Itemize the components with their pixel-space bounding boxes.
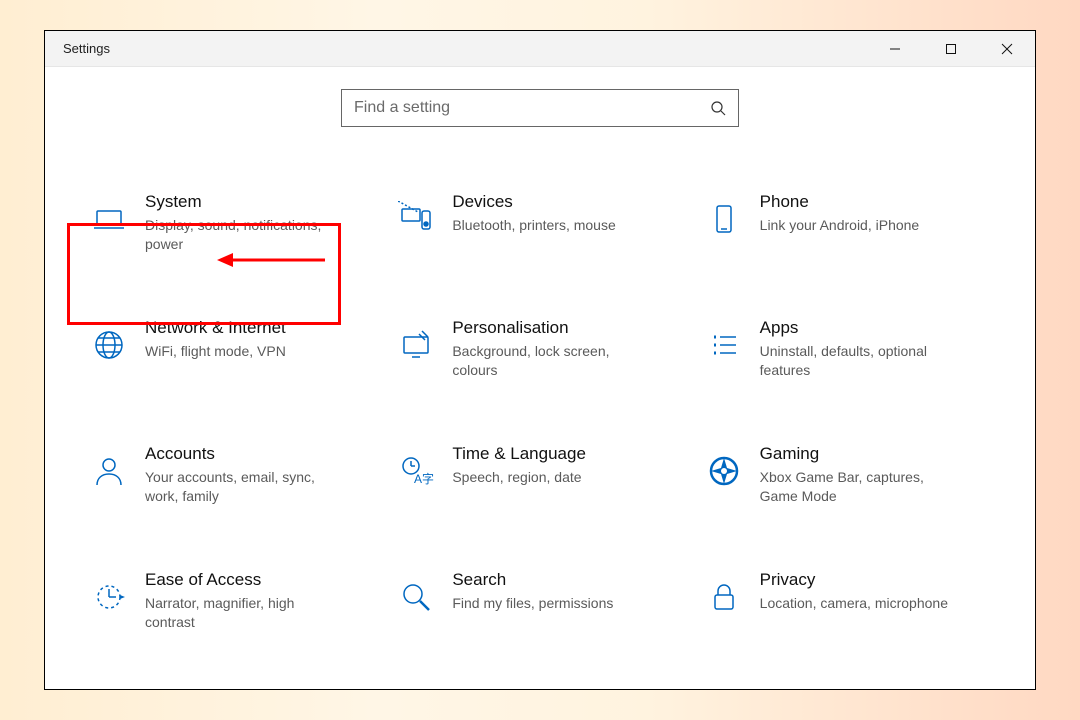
- settings-tile-personalisation[interactable]: Personalisation Background, lock screen, …: [386, 311, 693, 437]
- tile-title: Apps: [760, 317, 958, 338]
- settings-tile-ease-of-access[interactable]: Ease of Access Narrator, magnifier, high …: [79, 563, 386, 689]
- privacy-icon: [700, 573, 748, 621]
- tile-title: System: [145, 191, 343, 212]
- minimize-icon: [889, 43, 901, 55]
- settings-grid[interactable]: System Display, sound, notifications, pow…: [45, 127, 1035, 689]
- tile-text: Phone Link your Android, iPhone: [748, 191, 920, 235]
- search-icon: [392, 573, 440, 621]
- settings-tile-search[interactable]: Search Find my files, permissions: [386, 563, 693, 689]
- tile-title: Gaming: [760, 443, 958, 464]
- tile-title: Phone: [760, 191, 920, 212]
- tile-title: Ease of Access: [145, 569, 343, 590]
- tile-desc: Your accounts, email, sync, work, family: [145, 468, 343, 506]
- tile-text: Privacy Location, camera, microphone: [748, 569, 948, 613]
- laptop-icon: [85, 195, 133, 243]
- tile-desc: Location, camera, microphone: [760, 594, 948, 613]
- tile-text: Devices Bluetooth, printers, mouse: [440, 191, 615, 235]
- apps-icon: [700, 321, 748, 369]
- tile-desc: Speech, region, date: [452, 468, 586, 487]
- content-area: System Display, sound, notifications, pow…: [45, 67, 1035, 689]
- tile-title: Privacy: [760, 569, 948, 590]
- tile-desc: Background, lock screen, colours: [452, 342, 650, 380]
- tile-title: Accounts: [145, 443, 343, 464]
- settings-tile-phone[interactable]: Phone Link your Android, iPhone: [694, 185, 1001, 311]
- titlebar: Settings: [45, 31, 1035, 67]
- phone-icon: [700, 195, 748, 243]
- search-icon: [710, 100, 726, 116]
- tile-text: Search Find my files, permissions: [440, 569, 613, 613]
- tile-desc: Find my files, permissions: [452, 594, 613, 613]
- tile-text: Accounts Your accounts, email, sync, work…: [133, 443, 343, 506]
- close-button[interactable]: [979, 31, 1035, 67]
- settings-tile-time-language[interactable]: A字 Time & Language Speech, region, date: [386, 437, 693, 563]
- settings-tile-apps[interactable]: Apps Uninstall, defaults, optional featur…: [694, 311, 1001, 437]
- tile-desc: Uninstall, defaults, optional features: [760, 342, 958, 380]
- tile-title: Personalisation: [452, 317, 650, 338]
- tile-title: Devices: [452, 191, 615, 212]
- personalize-icon: [392, 321, 440, 369]
- tile-title: Time & Language: [452, 443, 586, 464]
- tile-text: Ease of Access Narrator, magnifier, high …: [133, 569, 343, 632]
- tile-text: Network & Internet WiFi, flight mode, VPN: [133, 317, 286, 361]
- settings-tile-privacy[interactable]: Privacy Location, camera, microphone: [694, 563, 1001, 689]
- tile-text: Personalisation Background, lock screen, …: [440, 317, 650, 380]
- tile-desc: WiFi, flight mode, VPN: [145, 342, 286, 361]
- tile-text: System Display, sound, notifications, pow…: [133, 191, 343, 254]
- window-title: Settings: [63, 41, 110, 56]
- timelang-icon: A字: [392, 447, 440, 495]
- gaming-icon: [700, 447, 748, 495]
- tile-text: Time & Language Speech, region, date: [440, 443, 586, 487]
- maximize-button[interactable]: [923, 31, 979, 67]
- svg-text:A字: A字: [414, 471, 434, 486]
- tile-text: Apps Uninstall, defaults, optional featur…: [748, 317, 958, 380]
- settings-tile-accounts[interactable]: Accounts Your accounts, email, sync, work…: [79, 437, 386, 563]
- person-icon: [85, 447, 133, 495]
- ease-icon: [85, 573, 133, 621]
- settings-window: Settings System Display, sound, notificat…: [44, 30, 1036, 690]
- window-controls: [867, 31, 1035, 67]
- tile-title: Search: [452, 569, 613, 590]
- settings-tile-network-internet[interactable]: Network & Internet WiFi, flight mode, VPN: [79, 311, 386, 437]
- settings-tile-gaming[interactable]: Gaming Xbox Game Bar, captures, Game Mode: [694, 437, 1001, 563]
- tile-desc: Xbox Game Bar, captures, Game Mode: [760, 468, 958, 506]
- maximize-icon: [945, 43, 957, 55]
- tile-desc: Bluetooth, printers, mouse: [452, 216, 615, 235]
- tile-text: Gaming Xbox Game Bar, captures, Game Mode: [748, 443, 958, 506]
- tile-title: Network & Internet: [145, 317, 286, 338]
- devices-icon: [392, 195, 440, 243]
- settings-tile-system[interactable]: System Display, sound, notifications, pow…: [79, 185, 386, 311]
- globe-icon: [85, 321, 133, 369]
- tile-desc: Display, sound, notifications, power: [145, 216, 343, 254]
- settings-tile-devices[interactable]: Devices Bluetooth, printers, mouse: [386, 185, 693, 311]
- close-icon: [1001, 43, 1013, 55]
- tile-desc: Narrator, magnifier, high contrast: [145, 594, 343, 632]
- minimize-button[interactable]: [867, 31, 923, 67]
- search-input[interactable]: [354, 99, 710, 117]
- tile-desc: Link your Android, iPhone: [760, 216, 920, 235]
- search-box[interactable]: [341, 89, 739, 127]
